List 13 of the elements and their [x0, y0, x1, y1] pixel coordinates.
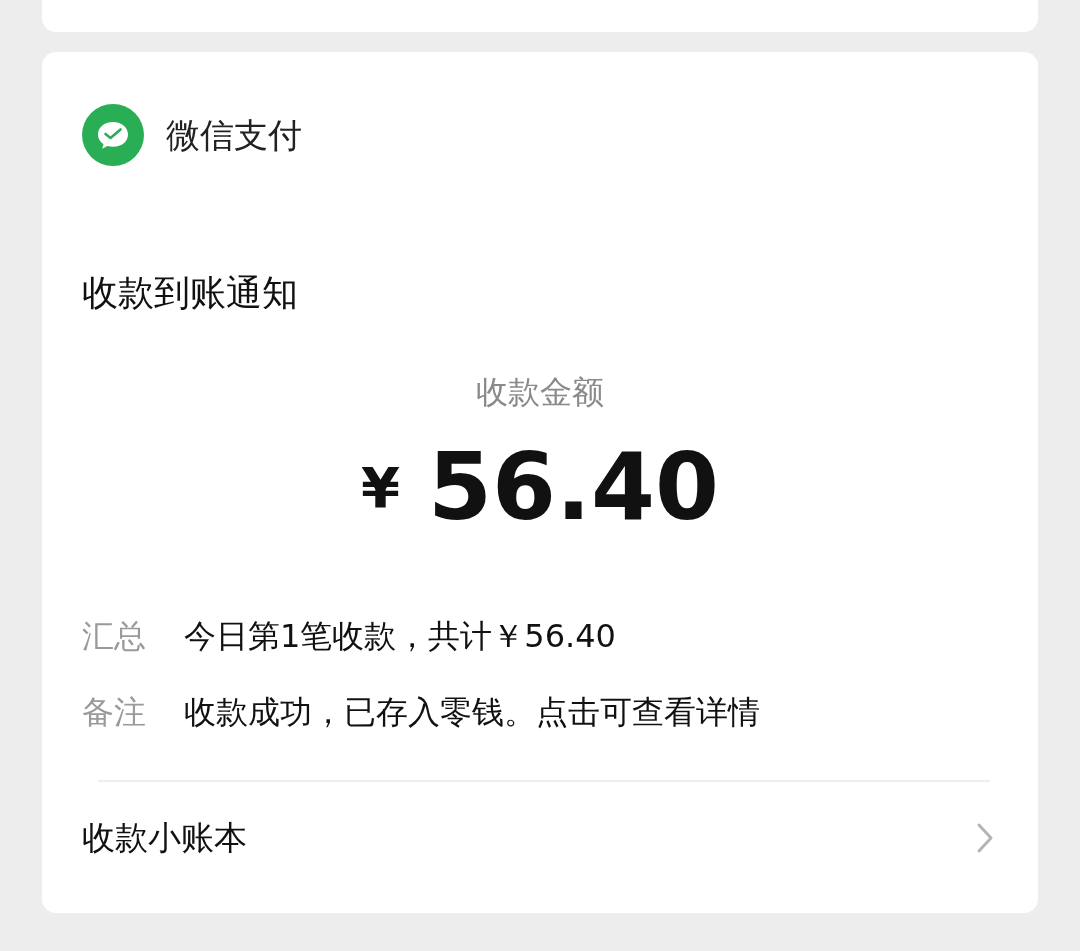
amount-label: 收款金额	[476, 373, 604, 411]
amount-value: 56.40	[427, 442, 719, 534]
app-name: 微信支付	[166, 113, 302, 157]
detail-label: 备注	[82, 692, 147, 733]
chevron-right-icon	[976, 822, 994, 854]
currency-symbol: ¥	[361, 454, 400, 522]
ledger-link[interactable]: 收款小账本	[82, 782, 998, 894]
notice-title: 收款到账通知	[82, 271, 299, 315]
detail-value: 收款成功，已存入零钱。点击可查看详情	[184, 692, 760, 733]
detail-label: 汇总	[82, 616, 147, 657]
detail-value: 今日第1笔收款，共计￥56.40	[184, 616, 616, 657]
chat-check-icon	[82, 104, 144, 166]
ledger-label: 收款小账本	[82, 817, 247, 860]
